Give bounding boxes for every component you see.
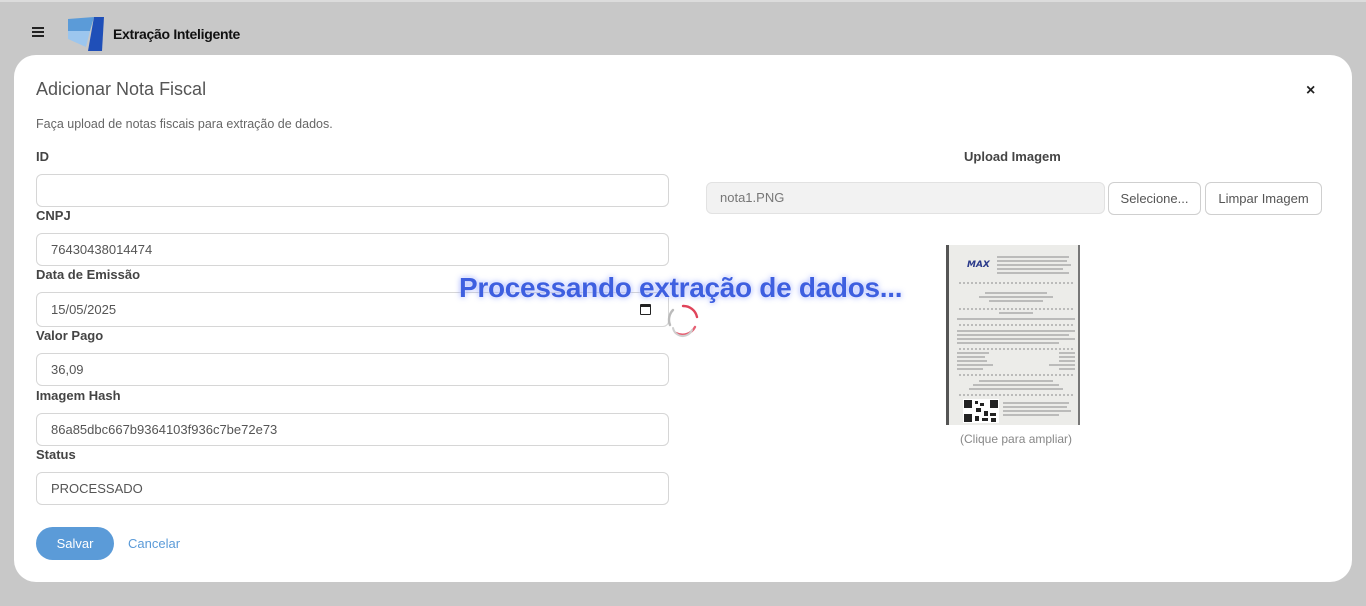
brand-logo-icon	[68, 17, 104, 51]
image-hash-label: Imagem Hash	[36, 388, 121, 403]
cancel-link[interactable]: Cancelar	[128, 536, 180, 551]
preview-hint: (Clique para ampliar)	[960, 432, 1073, 446]
cnpj-input[interactable]	[36, 233, 669, 266]
upload-filename-field: nota1.PNG	[706, 182, 1105, 214]
amount-paid-label: Valor Pago	[36, 328, 104, 343]
cnpj-label: CNPJ	[36, 208, 71, 223]
id-input[interactable]	[36, 174, 669, 207]
clear-image-button[interactable]: Limpar Imagem	[1205, 182, 1322, 215]
app-title: Extração Inteligente	[113, 26, 241, 42]
save-button[interactable]: Salvar	[36, 527, 114, 560]
id-label: ID	[36, 149, 49, 164]
loading-spinner-icon	[667, 304, 699, 338]
upload-image-label: Upload Imagem	[964, 149, 1061, 164]
status-input[interactable]	[36, 472, 669, 505]
app-header: Extração Inteligente	[0, 0, 1366, 56]
close-icon[interactable]: ×	[1306, 83, 1315, 99]
status-label: Status	[36, 447, 76, 462]
modal-title: Adicionar Nota Fiscal	[36, 79, 207, 99]
emission-date-label: Data de Emissão	[36, 267, 141, 282]
receipt-preview-image[interactable]: MAX	[946, 245, 1080, 425]
receipt-brand-text: MAX	[967, 260, 991, 270]
hamburger-menu-icon[interactable]	[32, 27, 44, 37]
image-hash-input[interactable]	[36, 413, 669, 446]
modal-description: Faça upload de notas fiscais para extraç…	[36, 117, 333, 131]
amount-paid-input[interactable]	[36, 353, 669, 386]
calendar-icon[interactable]	[640, 304, 651, 315]
select-file-button[interactable]: Selecione...	[1108, 182, 1201, 215]
